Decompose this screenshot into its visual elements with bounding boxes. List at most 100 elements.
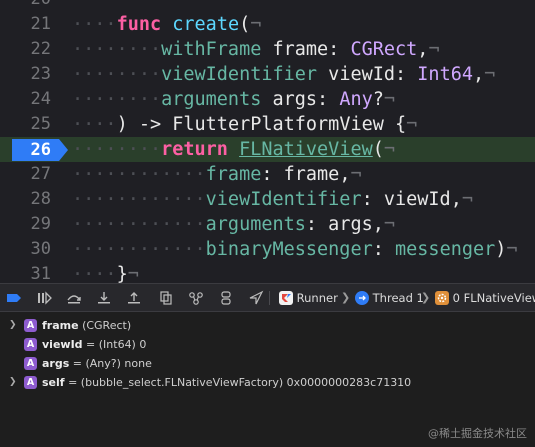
code-line[interactable]: 20 ··· xyxy=(0,0,535,12)
step-out-icon[interactable] xyxy=(126,290,142,306)
variable-name: args xyxy=(42,357,70,370)
code-line[interactable]: 23 ········viewIdentifier viewId: Int64,¬ xyxy=(0,62,535,87)
variable-row[interactable]: ❯ Aself = (bubble_select.FLNativeViewFact… xyxy=(0,373,535,392)
variable-type-badge: A xyxy=(24,357,37,370)
code-token: ········ xyxy=(72,139,162,160)
code-line[interactable]: 22 ········withFrame frame: CGRect,¬ xyxy=(0,37,535,62)
line-number: 25 xyxy=(30,114,51,134)
code-token: ············ xyxy=(72,239,206,260)
thread-icon xyxy=(355,291,369,305)
variable-type-badge: A xyxy=(24,338,37,351)
breadcrumb-target[interactable]: Runner xyxy=(279,290,338,306)
variable-detail: = (Int64) 0 xyxy=(86,338,147,351)
view-hierarchy-icon[interactable] xyxy=(158,290,174,306)
breadcrumb-thread[interactable]: Thread 1 xyxy=(355,290,424,306)
breadcrumb-frame-label: 0 FLNativeView xyxy=(452,291,535,305)
code-line[interactable]: 28 ············viewIdentifier: viewId,¬ xyxy=(0,187,535,212)
variable-row[interactable]: AviewId = (Int64) 0 xyxy=(0,335,535,354)
code-token: ···· xyxy=(72,14,117,35)
code-token: : frame, xyxy=(261,164,351,185)
line-number: 30 xyxy=(30,239,51,259)
code-line[interactable]: 31 ····}¬ xyxy=(0,262,535,283)
runner-app-icon xyxy=(279,291,293,305)
code-token: ¬ xyxy=(506,239,518,260)
code-token: ¬ xyxy=(461,189,473,210)
code-token: , xyxy=(473,64,485,85)
code-token: ¬ xyxy=(383,139,396,160)
code-text: ········arguments args: Any?¬ xyxy=(72,87,395,112)
variable-row[interactable]: ❯ Aframe (CGRect) xyxy=(0,316,535,335)
breadcrumb-chevron-icon: ❯ xyxy=(421,291,431,304)
code-line[interactable]: 30 ············binaryMessenger: messenger… xyxy=(0,237,535,262)
breakpoints-toggle-icon[interactable] xyxy=(6,290,22,306)
code-token: ¬ xyxy=(250,14,262,35)
disclosure-chevron-icon[interactable]: ❯ xyxy=(9,316,17,335)
code-text: ············arguments: args,¬ xyxy=(72,212,395,237)
code-token: ¬ xyxy=(127,264,139,283)
variable-text: viewId = (Int64) 0 xyxy=(42,335,146,354)
code-token: binaryMessenger xyxy=(205,239,373,260)
continue-icon[interactable] xyxy=(36,290,52,306)
code-token: viewId: xyxy=(317,64,418,85)
variable-type-badge: A xyxy=(24,319,37,332)
code-token: create xyxy=(172,14,240,35)
code-token: } xyxy=(116,264,128,283)
code-line[interactable]: 29 ············arguments: args,¬ xyxy=(0,212,535,237)
code-token: args: xyxy=(261,89,340,110)
code-token: ···· xyxy=(72,114,117,135)
step-into-icon[interactable] xyxy=(96,290,112,306)
code-token: viewIdentifier xyxy=(205,189,362,210)
code-token: ¬ xyxy=(350,164,362,185)
breadcrumb-thread-label: Thread 1 xyxy=(372,291,424,305)
line-number: 31 xyxy=(30,264,51,283)
code-token: arguments xyxy=(161,89,262,110)
code-line[interactable]: 24 ········arguments args: Any?¬ xyxy=(0,87,535,112)
simulate-location-icon[interactable] xyxy=(248,290,264,306)
debug-toolbar: Runner ❯ Thread 1 ❯ 0 FLNativeView xyxy=(0,283,535,312)
code-token: ¬ xyxy=(406,114,418,135)
code-line[interactable]: 21 ····func create(¬ xyxy=(0,12,535,37)
code-token: : viewId, xyxy=(361,189,462,210)
code-editor[interactable]: 20···21····func create(¬22········withFr… xyxy=(0,0,535,283)
code-text: ········viewIdentifier viewId: Int64,¬ xyxy=(72,62,495,87)
code-text: ············viewIdentifier: viewId,¬ xyxy=(72,187,473,212)
variable-detail: = (bubble_select.FLNativeViewFactory) 0x… xyxy=(68,376,412,389)
code-token: : args, xyxy=(305,214,384,235)
code-token: ···· xyxy=(72,264,117,283)
code-token: ········ xyxy=(72,64,162,85)
code-text: ············frame: frame,¬ xyxy=(72,162,362,187)
code-token: Int64 xyxy=(417,64,473,85)
breadcrumb-frame[interactable]: 0 FLNativeView xyxy=(435,290,535,306)
variable-name: self xyxy=(42,376,65,389)
variable-detail: (CGRect) xyxy=(82,319,132,332)
code-token: withFrame xyxy=(161,39,262,60)
environment-overrides-icon[interactable] xyxy=(218,290,234,306)
code-token: CGRect xyxy=(350,39,418,60)
code-token: ¬ xyxy=(484,64,496,85)
code-line[interactable]: 25 ····) -> FlutterPlatformView {¬ xyxy=(0,112,535,137)
code-token: : xyxy=(372,239,396,260)
breadcrumb-target-label: Runner xyxy=(296,291,338,305)
disclosure-chevron-icon[interactable]: ❯ xyxy=(9,373,17,392)
code-line[interactable]: 27 ············frame: frame,¬ xyxy=(0,162,535,187)
code-token: Any xyxy=(339,89,373,110)
line-number: 22 xyxy=(30,39,51,59)
line-number: 21 xyxy=(30,14,51,34)
code-token: ) -> FlutterPlatformView { xyxy=(116,114,407,135)
code-token: frame xyxy=(205,164,262,185)
code-token: ············ xyxy=(72,189,206,210)
code-token: ? xyxy=(372,89,384,110)
code-token: viewIdentifier xyxy=(161,64,318,85)
code-token: frame: xyxy=(261,39,351,60)
step-over-icon[interactable] xyxy=(66,290,82,306)
code-text: ········withFrame frame: CGRect,¬ xyxy=(72,37,440,62)
code-text: ····func create(¬ xyxy=(72,12,261,37)
memory-graph-icon[interactable] xyxy=(188,290,204,306)
code-token: ¬ xyxy=(383,214,396,235)
code-token: ············ xyxy=(72,164,206,185)
code-token: arguments xyxy=(205,214,306,235)
code-line[interactable]: 26 ········return FLNativeView(¬ xyxy=(0,137,535,162)
line-number: 24 xyxy=(30,89,51,109)
variable-row[interactable]: Aargs = (Any?) none xyxy=(0,354,535,373)
